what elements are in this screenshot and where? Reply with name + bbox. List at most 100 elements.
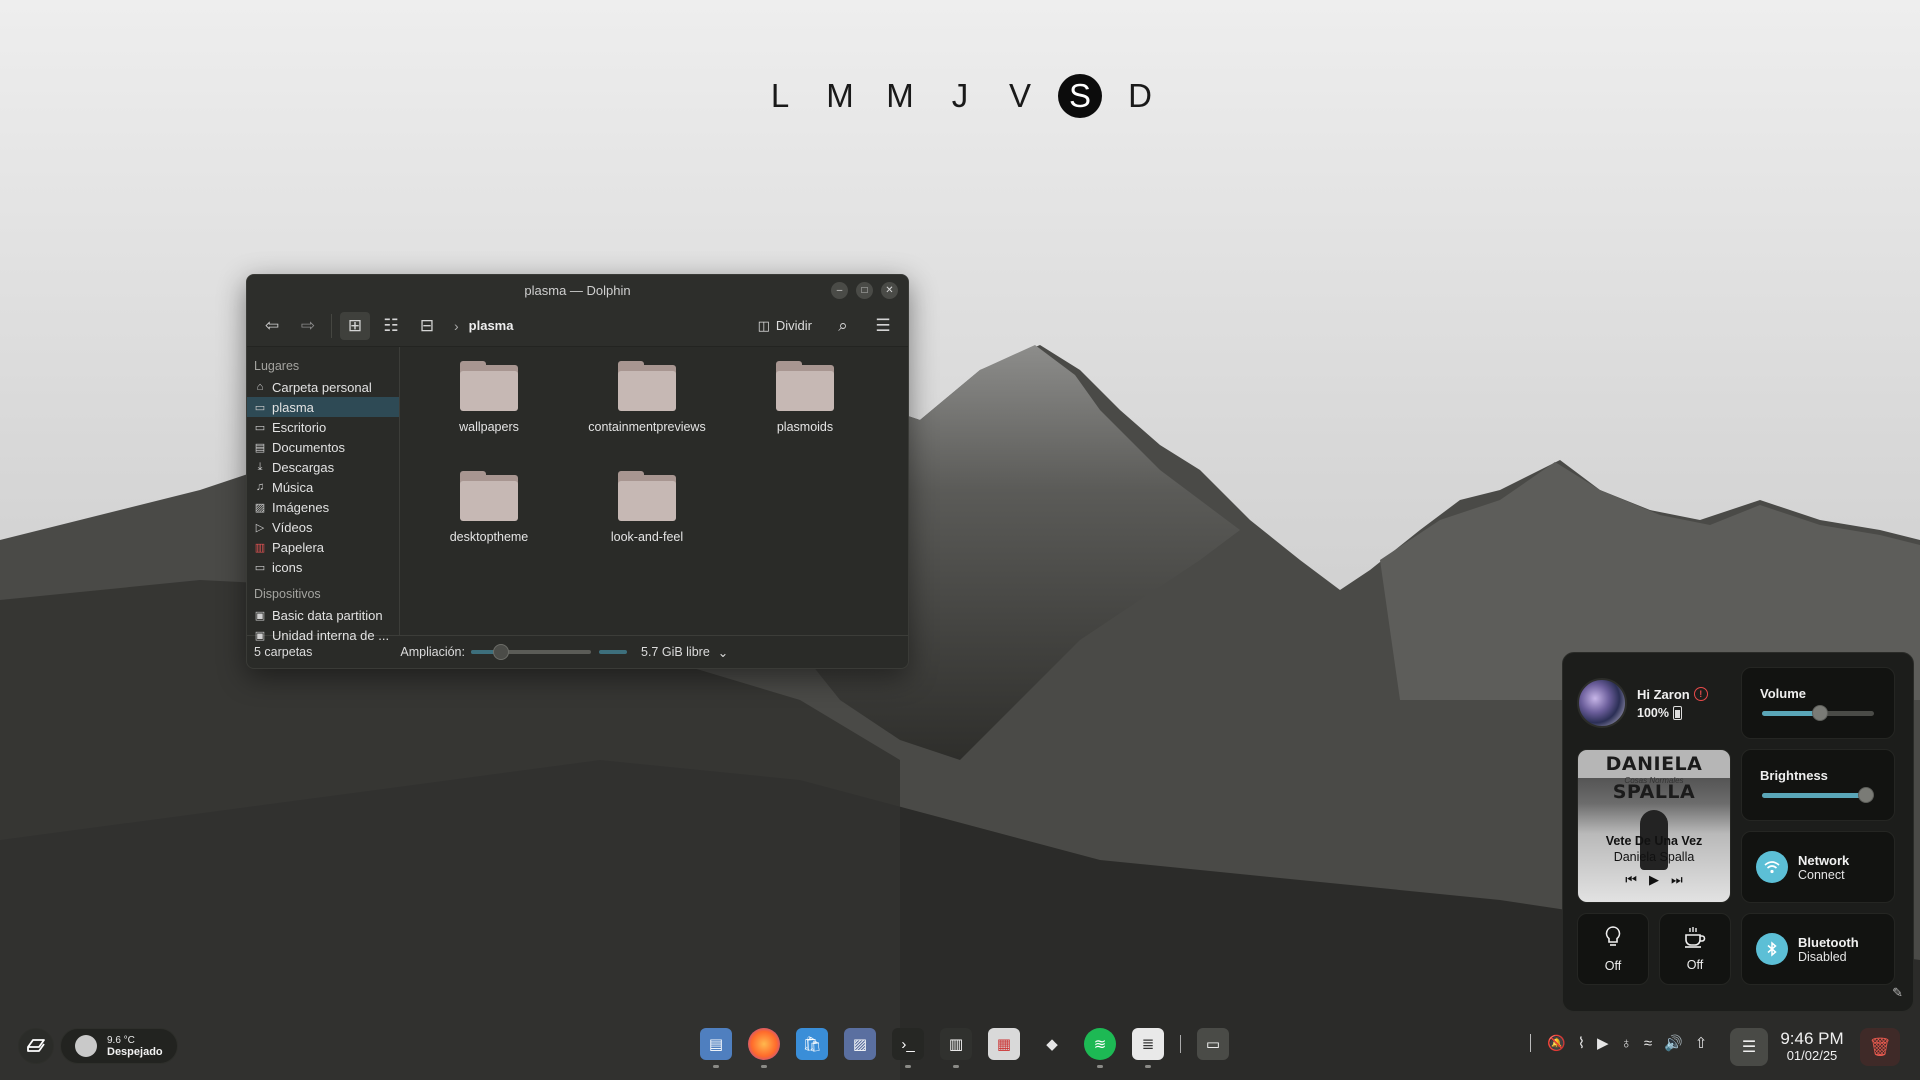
wifi-icon bbox=[1756, 851, 1788, 883]
play-icon[interactable]: ▶ bbox=[1649, 872, 1659, 888]
arrow-right-icon: ⇨ bbox=[300, 315, 316, 335]
place-item[interactable]: ▥ Papelera bbox=[247, 537, 399, 557]
device-item[interactable]: ▣ Basic data partition bbox=[247, 605, 399, 625]
volume-slider-handle[interactable] bbox=[1812, 705, 1829, 721]
chevron-down-icon: ⌄ bbox=[717, 645, 729, 660]
place-item-label: Carpeta personal bbox=[272, 379, 372, 395]
battery-status: 100% bbox=[1637, 705, 1708, 720]
system-monitor-icon[interactable]: ▥ bbox=[940, 1028, 972, 1068]
weekday-sat-current: S bbox=[1058, 74, 1102, 118]
volume-slider[interactable] bbox=[1762, 705, 1874, 721]
edit-pencil-icon[interactable]: ✎ bbox=[1892, 985, 1903, 1001]
device-item[interactable]: ▣ Unidad interna de ... bbox=[247, 625, 399, 645]
media-play-icon[interactable]: ▶ bbox=[1597, 1034, 1609, 1052]
place-item[interactable]: ⤓ Descargas bbox=[247, 457, 399, 477]
brightness-slider-handle[interactable] bbox=[1858, 787, 1875, 803]
user-card[interactable]: Hi Zaron ! 100% bbox=[1577, 667, 1733, 739]
volume-icon[interactable]: 🔊 bbox=[1664, 1034, 1683, 1052]
zoom-slider[interactable] bbox=[471, 644, 591, 660]
place-item[interactable]: ⌂ Carpeta personal bbox=[247, 377, 399, 397]
folder-label: wallpapers bbox=[459, 420, 519, 434]
weekday-wed: M bbox=[886, 77, 914, 114]
terminal-app-icon[interactable]: ›_ bbox=[892, 1028, 924, 1068]
wifi-tray-icon[interactable]: ≈ bbox=[1644, 1035, 1652, 1052]
download-icon: ⤓ bbox=[257, 460, 263, 473]
trash-icon: 🗑 bbox=[1868, 1036, 1892, 1057]
dolphin-body: Lugares ⌂ Carpeta personal ▭ plasma ▭ Escrito… bbox=[247, 347, 908, 643]
chevron-right-icon: › bbox=[454, 317, 459, 334]
place-item-label: Imágenes bbox=[272, 499, 330, 515]
place-item[interactable]: ♫ Música bbox=[247, 477, 399, 497]
folder-item[interactable]: containmentpreviews bbox=[568, 361, 726, 471]
kate-editor-icon[interactable]: ◆ bbox=[1036, 1028, 1068, 1060]
folder-item[interactable]: plasmoids bbox=[726, 361, 884, 471]
notifications-off-icon[interactable]: 🔕 bbox=[1547, 1034, 1566, 1052]
app-launcher-button[interactable] bbox=[18, 1028, 54, 1064]
digital-clock[interactable]: 9:46 PM 01/02/25 bbox=[1772, 1030, 1852, 1064]
icons-view-button[interactable]: ⊞ bbox=[340, 311, 370, 340]
control-center-button[interactable]: ☰ bbox=[1730, 1028, 1768, 1066]
document-viewer-icon[interactable]: ▦ bbox=[988, 1028, 1020, 1060]
folder-item[interactable]: wallpapers bbox=[410, 361, 568, 471]
firefox-app-icon[interactable] bbox=[748, 1028, 780, 1068]
image-viewer-icon[interactable]: ▨ bbox=[844, 1028, 876, 1060]
breadcrumb-current[interactable]: plasma bbox=[469, 318, 514, 333]
device-item-label: Unidad interna de ... bbox=[272, 627, 390, 643]
hamburger-menu-button[interactable]: ☰ bbox=[868, 312, 898, 340]
minimize-button[interactable]: – bbox=[831, 282, 848, 299]
zoom-slider-handle[interactable] bbox=[493, 644, 509, 660]
trash-widget[interactable]: 🗑 bbox=[1860, 1028, 1900, 1066]
running-indicator bbox=[713, 1065, 719, 1068]
weekday-fri: V bbox=[1008, 77, 1031, 114]
bulb-tile[interactable]: Off bbox=[1577, 913, 1649, 985]
compact-view-button[interactable]: ☷ bbox=[376, 312, 406, 340]
window-titlebar[interactable]: plasma — Dolphin – □ ✕ bbox=[247, 275, 908, 305]
details-view-button[interactable]: ⊟ bbox=[412, 312, 442, 340]
battery-percent: 100% bbox=[1637, 705, 1669, 720]
back-button[interactable]: ⇦ bbox=[257, 312, 287, 340]
dolphin-app-icon[interactable]: ▤ bbox=[700, 1028, 732, 1068]
place-item[interactable]: ▭ plasma bbox=[247, 397, 399, 417]
window-title: plasma — Dolphin bbox=[524, 282, 631, 298]
free-space[interactable]: 5.7 GiB libre ⌄ bbox=[641, 645, 728, 660]
place-item[interactable]: ▤ Documentos bbox=[247, 437, 399, 457]
coffee-cup-icon bbox=[1683, 926, 1707, 952]
free-space-label: 5.7 GiB libre bbox=[641, 645, 710, 659]
network-tile[interactable]: Network Connect bbox=[1741, 831, 1895, 903]
notes-app-icon[interactable]: ≣ bbox=[1132, 1028, 1164, 1068]
search-button[interactable]: ⌕ bbox=[828, 312, 858, 340]
tray-separator bbox=[1530, 1034, 1531, 1052]
updates-arrow-icon[interactable]: ⇧ bbox=[1695, 1034, 1708, 1052]
spotify-app-icon[interactable]: ≋ bbox=[1084, 1028, 1116, 1068]
folder-count: 5 carpetas bbox=[254, 645, 313, 659]
folder-item[interactable]: desktoptheme bbox=[410, 471, 568, 581]
forward-button[interactable]: ⇨ bbox=[293, 312, 323, 340]
place-item[interactable]: ▨ Imágenes bbox=[247, 497, 399, 517]
greeting-text: Hi Zaron bbox=[1637, 686, 1690, 702]
split-button[interactable]: ◫ Dividir bbox=[752, 318, 818, 334]
discover-store-icon[interactable]: 🛍 bbox=[796, 1028, 828, 1060]
album-artist-text: DANIELA SPALLA bbox=[1578, 750, 1730, 803]
maximize-button[interactable]: □ bbox=[856, 282, 873, 299]
bluetooth-tile[interactable]: Bluetooth Disabled bbox=[1741, 913, 1895, 985]
next-track-icon[interactable]: ⏭ bbox=[1671, 872, 1683, 888]
place-item[interactable]: ▭ Escritorio bbox=[247, 417, 399, 437]
caffeine-tile[interactable]: Off bbox=[1659, 913, 1731, 985]
weather-widget[interactable]: 9.6 °C Despejado bbox=[60, 1028, 178, 1064]
brightness-slider[interactable] bbox=[1762, 787, 1875, 803]
paperclip-icon[interactable]: ⌇ bbox=[1578, 1034, 1585, 1052]
bluetooth-status: Disabled bbox=[1798, 949, 1847, 964]
running-indicator bbox=[1145, 1065, 1151, 1068]
places-header: Lugares bbox=[254, 359, 300, 373]
close-button[interactable]: ✕ bbox=[881, 282, 898, 299]
place-item-label: icons bbox=[272, 559, 303, 575]
place-item[interactable]: ▷ Vídeos bbox=[247, 517, 399, 537]
folder-item[interactable]: look-and-feel bbox=[568, 471, 726, 581]
running-indicator bbox=[905, 1065, 911, 1068]
folder-icon bbox=[618, 361, 676, 411]
place-item[interactable]: ▭ icons bbox=[247, 557, 399, 577]
lightbulb-tray-icon[interactable]: ♁ bbox=[1621, 1035, 1632, 1052]
avatar bbox=[1577, 678, 1627, 728]
previous-track-icon[interactable]: ⏮ bbox=[1625, 872, 1637, 888]
show-desktop-icon[interactable]: ▭ bbox=[1197, 1028, 1229, 1060]
